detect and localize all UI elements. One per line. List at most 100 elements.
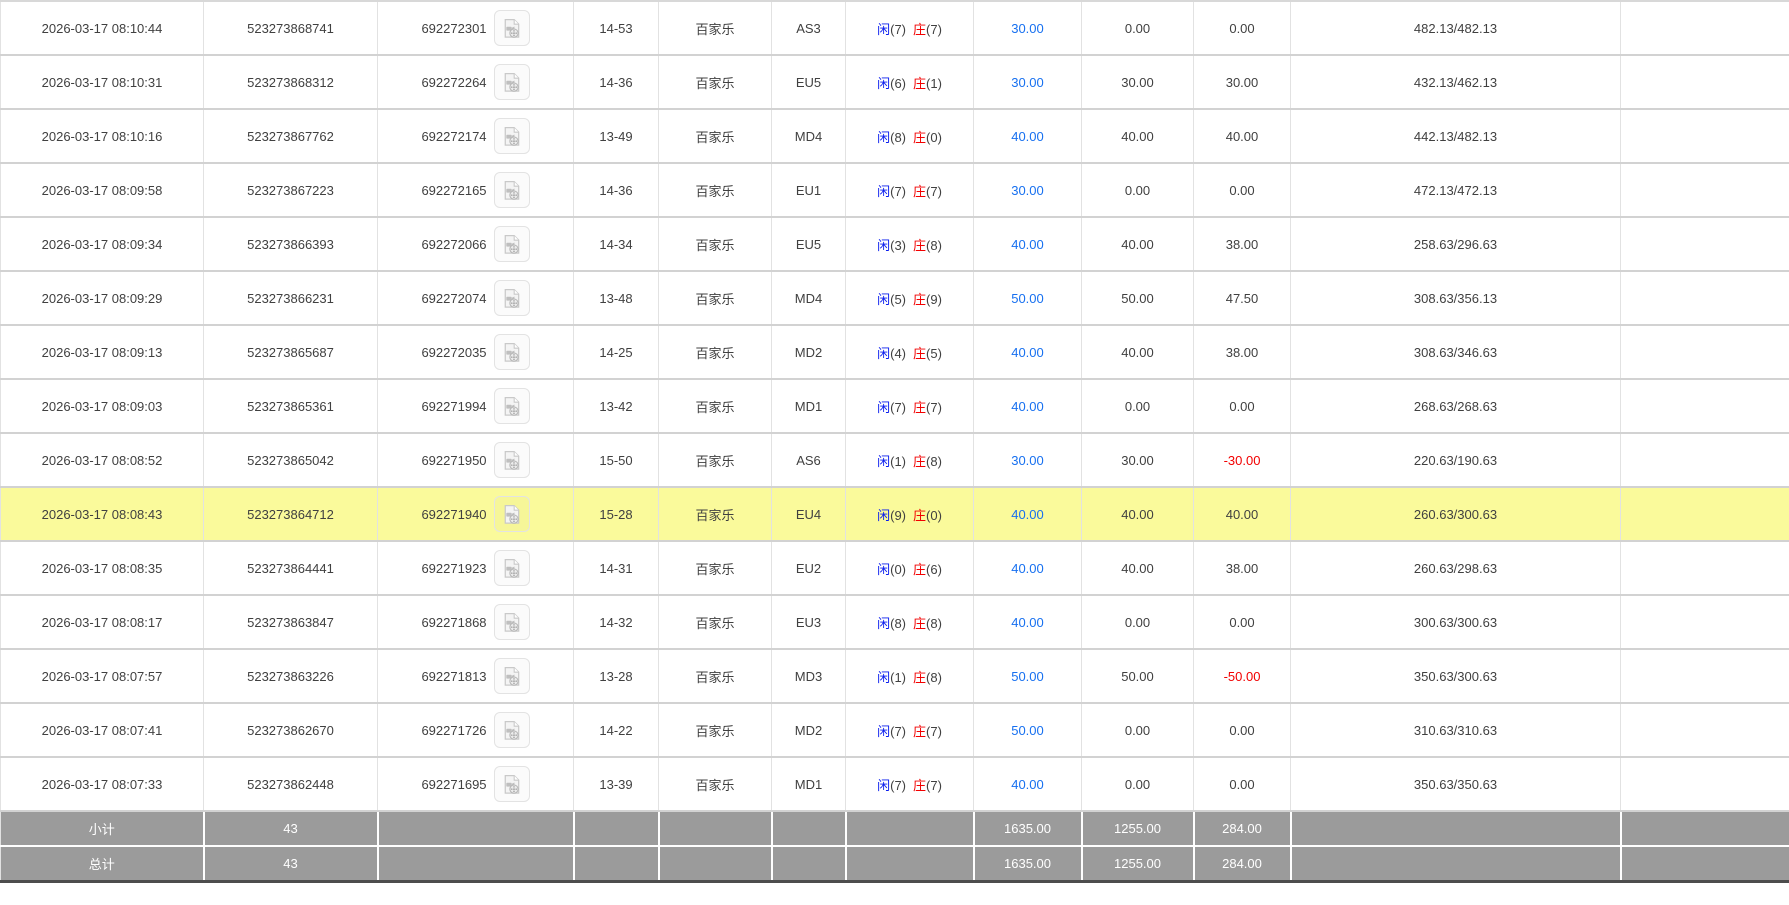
table-row[interactable]: 2026-03-17 08:08:35 523273864441 6922719… [1,541,1789,595]
video-replay-button[interactable] [494,766,530,802]
table-row[interactable]: 2026-03-17 08:09:29 523273866231 6922720… [1,271,1789,325]
cell-win-loss: 40.00 [1194,487,1291,541]
video-replay-button[interactable] [494,10,530,46]
round-number-group: 692272066 [378,226,573,262]
video-replay-button[interactable] [494,496,530,532]
round-number: 692272165 [421,183,486,198]
game-type: 百家乐 [695,778,734,793]
cell-game-type: 百家乐 [659,325,772,379]
table-id: AS3 [796,21,821,36]
cell-shoe-round: 14-36 [574,55,659,109]
video-replay-button[interactable] [494,118,530,154]
subtotal-empty [846,811,974,846]
video-replay-button[interactable] [494,280,530,316]
shoe-round: 13-49 [599,129,632,144]
cell-bet-amount: 40.00 [974,757,1082,811]
video-replay-button[interactable] [494,550,530,586]
table-row[interactable]: 2026-03-17 08:10:31 523273868312 6922722… [1,55,1789,109]
table-row[interactable]: 2026-03-17 08:10:44 523273868741 6922723… [1,1,1789,55]
table-row[interactable]: 2026-03-17 08:09:34 523273866393 6922720… [1,217,1789,271]
round-number-group: 692271695 [378,766,573,802]
cell-win-loss: 0.00 [1194,379,1291,433]
video-replay-button[interactable] [494,604,530,640]
round-number-group: 692271813 [378,658,573,694]
cell-game-type: 百家乐 [659,433,772,487]
valid-amount: 0.00 [1125,615,1150,630]
round-number-group: 692272301 [378,10,573,46]
video-replay-button[interactable] [494,712,530,748]
table-row[interactable]: 2026-03-17 08:07:33 523273862448 6922716… [1,757,1789,811]
total-empty [1621,846,1789,882]
cell-balance: 300.63/300.63 [1291,595,1621,649]
video-replay-button[interactable] [494,388,530,424]
table-row[interactable]: 2026-03-17 08:08:52 523273865042 6922719… [1,433,1789,487]
table-row[interactable]: 2026-03-17 08:09:58 523273867223 6922721… [1,163,1789,217]
cell-round-number: 692271950 [378,433,574,487]
video-replay-button[interactable] [494,226,530,262]
table-row[interactable]: 2026-03-17 08:10:16 523273867762 6922721… [1,109,1789,163]
cell-extra [1621,325,1789,379]
player-label: 闲 [877,238,890,253]
video-replay-button[interactable] [494,334,530,370]
bet-time: 2026-03-17 08:07:57 [42,669,163,684]
table-row[interactable]: 2026-03-17 08:08:17 523273863847 6922718… [1,595,1789,649]
video-replay-button[interactable] [494,64,530,100]
table-row[interactable]: 2026-03-17 08:08:43 523273864712 6922719… [1,487,1789,541]
shoe-round: 14-36 [599,183,632,198]
bet-time: 2026-03-17 08:08:35 [42,561,163,576]
video-replay-button[interactable] [494,658,530,694]
valid-amount: 0.00 [1125,723,1150,738]
game-type: 百家乐 [695,670,734,685]
banker-points: (8) [926,670,942,685]
balance-before-after: 268.63/268.63 [1414,399,1497,414]
table-row[interactable]: 2026-03-17 08:09:03 523273865361 6922719… [1,379,1789,433]
video-replay-button[interactable] [494,442,530,478]
player-label: 闲 [877,76,890,91]
bet-amount: 50.00 [1011,291,1044,306]
balance-before-after: 350.63/300.63 [1414,669,1497,684]
player-points: (1) [890,670,906,685]
cell-time: 2026-03-17 08:07:33 [1,757,204,811]
subtotal-empty [772,811,846,846]
cell-bet-amount: 40.00 [974,379,1082,433]
video-replay-button[interactable] [494,172,530,208]
video-replay-icon [500,665,523,688]
banker-label: 庄 [913,292,926,307]
game-type: 百家乐 [695,400,734,415]
table-row[interactable]: 2026-03-17 08:07:57 523273863226 6922718… [1,649,1789,703]
total-count: 43 [204,846,378,882]
bet-amount: 30.00 [1011,453,1044,468]
shoe-round: 13-39 [599,777,632,792]
cell-bet-amount: 40.00 [974,325,1082,379]
banker-points: (0) [926,508,942,523]
shoe-round: 14-31 [599,561,632,576]
valid-amount: 30.00 [1121,75,1154,90]
cell-bet-amount: 40.00 [974,109,1082,163]
valid-amount: 0.00 [1125,777,1150,792]
banker-points: (6) [926,562,942,577]
bet-number: 523273866231 [247,291,334,306]
player-label: 闲 [877,508,890,523]
cell-result: 闲(8)庄(0) [846,109,974,163]
subtotal-empty [378,811,574,846]
bet-number: 523273868312 [247,75,334,90]
cell-win-loss: 30.00 [1194,55,1291,109]
cell-win-loss: 38.00 [1194,325,1291,379]
cell-bet-number: 523273863847 [204,595,378,649]
banker-label: 庄 [913,508,926,523]
cell-valid-amount: 50.00 [1082,649,1194,703]
table-row[interactable]: 2026-03-17 08:07:41 523273862670 6922717… [1,703,1789,757]
subtotal-empty [574,811,659,846]
banker-points: (7) [926,22,942,37]
table-row[interactable]: 2026-03-17 08:09:13 523273865687 6922720… [1,325,1789,379]
cell-round-number: 692271726 [378,703,574,757]
bet-time: 2026-03-17 08:09:58 [42,183,163,198]
round-number-group: 692272074 [378,280,573,316]
game-type: 百家乐 [695,292,734,307]
video-replay-icon [500,395,523,418]
player-label: 闲 [877,778,890,793]
valid-amount: 50.00 [1121,669,1154,684]
cell-time: 2026-03-17 08:09:13 [1,325,204,379]
cell-bet-number: 523273865361 [204,379,378,433]
win-loss-amount: 0.00 [1229,723,1254,738]
